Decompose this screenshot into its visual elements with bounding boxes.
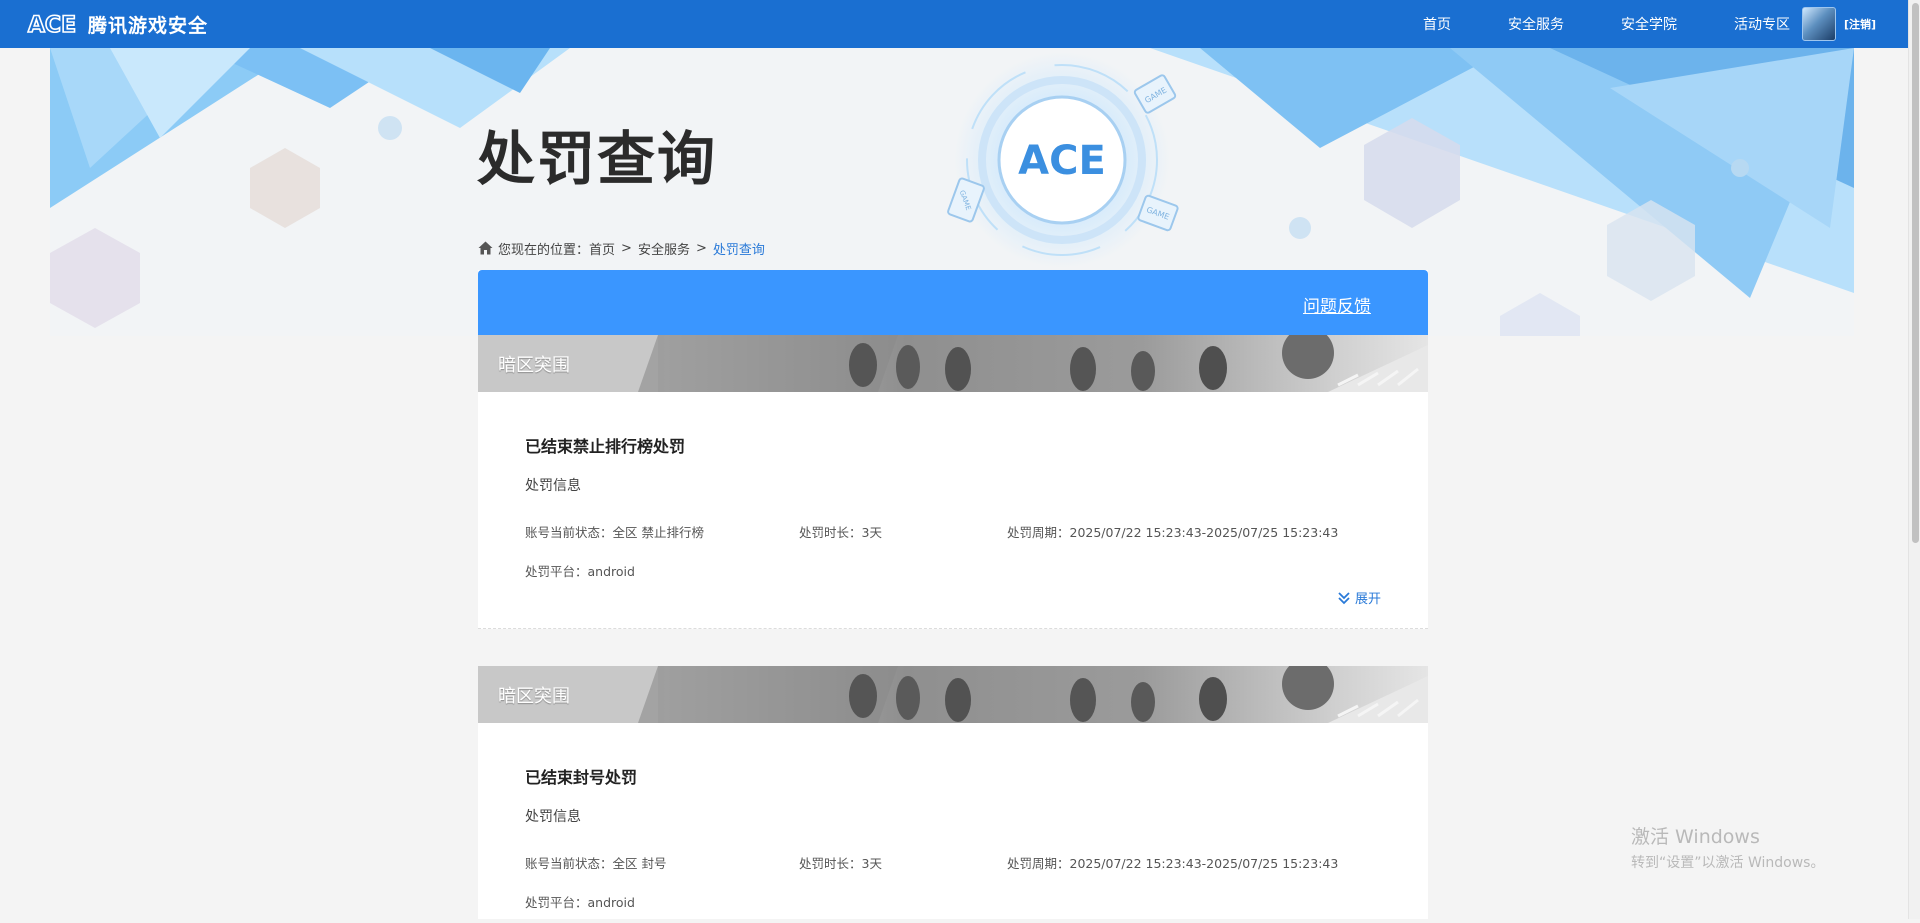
site-logo[interactable]: ACE 腾讯游戏安全 [22, 9, 208, 39]
expand-button[interactable]: 展开 [1337, 588, 1381, 607]
breadcrumb-home[interactable]: 首页 [589, 239, 615, 258]
top-navbar: ACE 腾讯游戏安全 首页 安全服务 安全学院 活动专区 [注销] [0, 0, 1908, 48]
expand-label: 展开 [1354, 592, 1381, 607]
penalty-record: 已结束禁止排行榜处罚 处罚信息 账号当前状态：全区 禁止排行榜 处罚时长：3天 … [478, 392, 1428, 629]
penalty-platform: 处罚平台：android [525, 564, 635, 579]
ace-logo-icon: ACE [27, 12, 77, 37]
game-banner-art [478, 666, 1428, 723]
breadcrumb: 您现在的位置： 首页 > 安全服务 > 处罚查询 [478, 239, 765, 258]
watermark-subtitle: 转到“设置”以激活 Windows。 [1631, 855, 1825, 871]
nav-security-service[interactable]: 安全服务 [1508, 14, 1564, 34]
record-title: 已结束禁止排行榜处罚 [525, 437, 686, 456]
record-section-label: 处罚信息 [525, 478, 581, 494]
svg-text:ACE: ACE [28, 13, 76, 37]
record-gap [478, 629, 1428, 666]
breadcrumb-current: 处罚查询 [712, 242, 765, 258]
penalty-record: 已结束封号处罚 处罚信息 账号当前状态：全区 封号 处罚时长：3天 处罚周期：2… [478, 723, 1428, 923]
breadcrumb-security-service[interactable]: 安全服务 [638, 239, 690, 258]
nav-security-academy[interactable]: 安全学院 [1621, 14, 1677, 34]
game-name: 暗区突围 [498, 686, 570, 707]
logo-text: 腾讯游戏安全 [88, 14, 209, 37]
page-title: 处罚查询 [477, 125, 718, 193]
user-box: [注销] [1801, 7, 1876, 41]
main-nav: 首页 安全服务 安全学院 活动专区 [1366, 0, 1790, 48]
breadcrumb-separator: > [621, 240, 632, 256]
record-divider [478, 628, 1428, 629]
record-section-label: 处罚信息 [525, 809, 581, 825]
watermark-title: 激活 Windows [1631, 826, 1760, 848]
home-icon [478, 241, 493, 255]
penalty-platform: 处罚平台：android [525, 895, 635, 910]
nav-home[interactable]: 首页 [1423, 14, 1451, 34]
windows-activation-watermark: 激活 Windows 转到“设置”以激活 Windows。 [1631, 822, 1824, 872]
ace-emblem-text: ACE [1018, 138, 1106, 184]
avatar[interactable] [1801, 7, 1836, 41]
breadcrumb-separator: > [695, 240, 707, 256]
page-scrollbar[interactable] [1908, 0, 1920, 919]
account-status: 账号当前状态：全区 禁止排行榜 [525, 525, 704, 540]
panel-header: 问题反馈 [478, 270, 1428, 335]
account-status: 账号当前状态：全区 封号 [525, 856, 667, 871]
breadcrumb-prefix: 您现在的位置： [498, 242, 590, 258]
record-title: 已结束封号处罚 [525, 768, 638, 787]
game-banner: 暗区突围 [478, 335, 1428, 392]
penalty-duration: 处罚时长：3天 [799, 525, 882, 540]
logout-link[interactable]: [注销] [1844, 16, 1876, 32]
game-banner: 暗区突围 [478, 666, 1428, 723]
penalty-period: 处罚周期：2025/07/22 15:23:43-2025/07/25 15:2… [1007, 856, 1339, 871]
nav-events[interactable]: 活动专区 [1734, 14, 1790, 34]
penalty-duration: 处罚时长：3天 [799, 856, 882, 871]
double-chevron-down-icon [1338, 591, 1350, 604]
penalty-panel: 问题反馈 暗区突围 已结束禁止排行榜处罚 处罚信息 账号当前状态：全区 禁止排行… [478, 270, 1428, 919]
penalty-period: 处罚周期：2025/07/22 15:23:43-2025/07/25 15:2… [1007, 525, 1339, 540]
feedback-link[interactable]: 问题反馈 [1303, 292, 1371, 317]
game-banner-art [478, 335, 1428, 392]
game-name: 暗区突围 [498, 355, 570, 376]
scrollbar-thumb[interactable] [1912, 3, 1919, 543]
